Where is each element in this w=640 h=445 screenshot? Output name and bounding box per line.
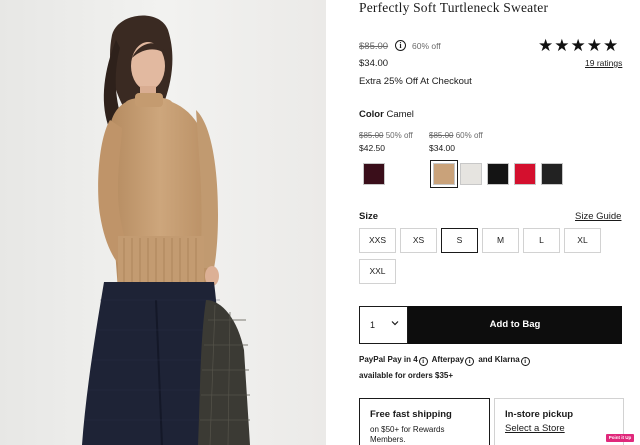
price-group: $85.00 50% off $42.50	[359, 130, 413, 154]
star-icon: ★	[586, 36, 602, 55]
color-swatch-camel[interactable]	[430, 160, 458, 188]
shipping-sub-line-1: on $50+ for Rewards	[370, 425, 445, 434]
product-info-panel: Perfectly Soft Turtleneck Sweater $85.00…	[358, 0, 624, 445]
group-price: $42.50	[359, 143, 385, 153]
model-illustration	[0, 0, 326, 445]
size-button-xxl[interactable]: XXL	[359, 259, 396, 284]
color-swatch-black[interactable]	[487, 163, 509, 185]
chevron-down-icon	[391, 321, 399, 326]
size-button-xs[interactable]: XS	[400, 228, 437, 253]
size-button-l[interactable]: L	[523, 228, 560, 253]
payment-options: PayPal Pay in 4i Afterpay i and Klarna i	[359, 355, 532, 366]
size-button-xl[interactable]: XL	[564, 228, 601, 253]
quantity-value: 1	[370, 320, 376, 330]
promo-text: Extra 25% Off At Checkout	[359, 76, 472, 87]
point-it-up-badge[interactable]: Point it Up	[606, 434, 634, 442]
sale-price: $34.00	[359, 58, 389, 69]
shipping-sub-line-2: Members.	[370, 435, 406, 444]
size-label: Size	[359, 211, 379, 222]
pickup-option-card[interactable]: In-store pickup Select a Store	[494, 398, 624, 445]
shipping-title: Free fast shipping	[370, 409, 452, 420]
discount-percent: 60% off	[412, 41, 441, 51]
group-original-price: $85.00	[359, 131, 384, 140]
info-icon[interactable]: i	[465, 357, 475, 366]
color-heading: Color	[359, 109, 384, 120]
payment-threshold: available for orders $35+	[359, 371, 454, 380]
info-icon[interactable]: i	[395, 40, 406, 51]
product-image[interactable]	[0, 0, 326, 445]
group-original-price: $85.00	[429, 131, 454, 140]
klarna-text: and Klarna	[478, 355, 520, 364]
size-button-xxs[interactable]: XXS	[359, 228, 396, 253]
shipping-subtitle: on $50+ for Rewards Members.	[370, 425, 445, 445]
star-icon: ★	[538, 36, 554, 55]
group-discount: 50% off	[385, 131, 413, 140]
paypal-text: PayPal Pay in 4	[359, 355, 418, 364]
product-title: Perfectly Soft Turtleneck Sweater	[359, 0, 549, 15]
size-button-s[interactable]: S	[441, 228, 478, 253]
pickup-title: In-store pickup	[505, 409, 574, 420]
quantity-select[interactable]: 1	[359, 306, 408, 344]
info-icon[interactable]: i	[418, 357, 428, 366]
selected-color: Camel	[386, 109, 414, 120]
group-price: $34.00	[429, 143, 455, 153]
star-rating: ★ ★ ★ ★ ★	[538, 37, 618, 54]
size-guide-link[interactable]: Size Guide	[575, 211, 621, 222]
color-swatch-red[interactable]	[514, 163, 536, 185]
star-icon: ★	[603, 36, 619, 55]
color-swatch-ivory[interactable]	[460, 163, 482, 185]
color-swatch-burgundy[interactable]	[363, 163, 385, 185]
select-store-link[interactable]: Select a Store	[505, 423, 565, 434]
original-price: $85.00	[359, 41, 389, 52]
color-label: Color Camel	[359, 109, 414, 120]
color-swatch-charcoal[interactable]	[541, 163, 563, 185]
size-button-m[interactable]: M	[482, 228, 519, 253]
afterpay-text: Afterpay	[431, 355, 465, 364]
add-to-bag-button[interactable]: Add to Bag	[408, 306, 622, 344]
ratings-link[interactable]: 19 ratings	[585, 58, 622, 68]
shipping-option-card[interactable]: Free fast shipping on $50+ for Rewards M…	[359, 398, 490, 445]
star-icon: ★	[570, 36, 586, 55]
price-group: $85.00 60% off $34.00	[429, 130, 483, 154]
star-icon: ★	[554, 36, 570, 55]
group-discount: 60% off	[455, 131, 483, 140]
info-icon[interactable]: i	[520, 357, 530, 366]
